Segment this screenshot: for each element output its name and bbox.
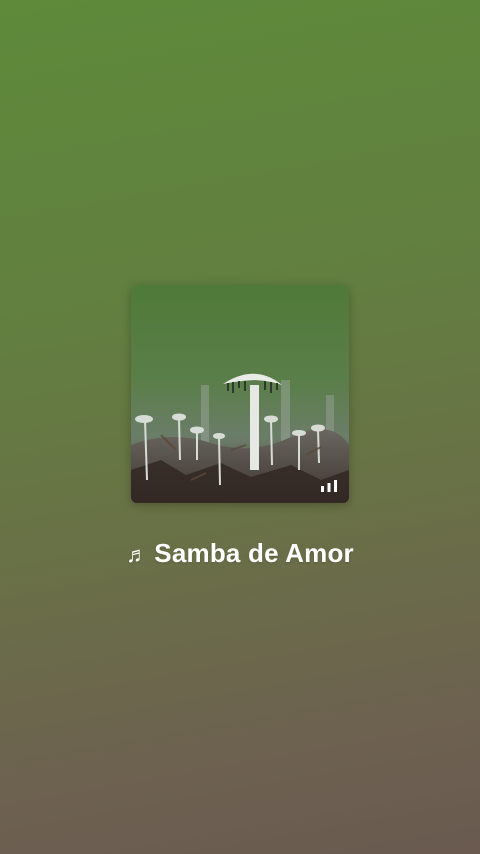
song-title: ♬ Samba de Amor xyxy=(0,538,480,569)
music-note-icon: ♬ xyxy=(126,542,149,567)
album-art[interactable] xyxy=(131,285,349,503)
equalizer-icon xyxy=(321,480,337,492)
album-art-image xyxy=(131,285,349,503)
song-title-text: Samba de Amor xyxy=(154,538,354,568)
